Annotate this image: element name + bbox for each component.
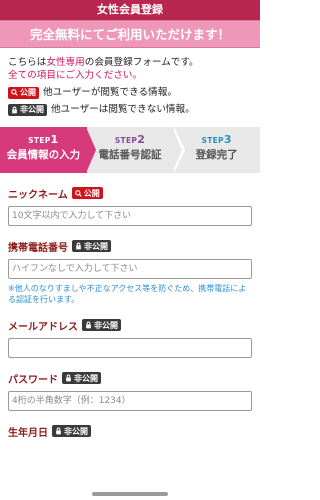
- step-1-label: 会員情報の入力: [6, 149, 81, 161]
- phone-field: 携帯電話番号 非公開 ハイフンなしで入力して下さい ※他人のなりすましや不正なア…: [8, 239, 252, 305]
- password-badge-label: 非公開: [74, 373, 98, 383]
- password-field: パスワード 非公開 4桁の半角数字（例：1234）: [8, 371, 252, 411]
- phone-badge-label: 非公開: [84, 241, 108, 251]
- email-badge-label: 非公開: [94, 320, 118, 330]
- phone-label: 携帯電話番号: [8, 242, 68, 254]
- page-header: 女性会員登録: [0, 0, 260, 20]
- step-3: STEP3 登録完了: [173, 127, 260, 173]
- intro-line: こちらは女性専用の会員登録フォームです。: [8, 56, 252, 69]
- step-arrow-2: [172, 127, 182, 173]
- step-1-prefix: STEP: [28, 136, 51, 145]
- page-title: 女性会員登録: [97, 3, 163, 16]
- private-badge: 非公開: [8, 103, 47, 116]
- scroll-indicator[interactable]: [92, 492, 168, 496]
- search-icon: [11, 89, 18, 96]
- phone-input[interactable]: ハイフンなしで入力して下さい: [8, 259, 252, 279]
- lock-icon: [56, 427, 61, 435]
- banner-text: 完全無料にてご利用いただけます！: [29, 27, 230, 42]
- registration-form: ニックネーム 公開 10文字以内で入力して下さい 携帯電話番号 非公開 ハイフン…: [0, 186, 260, 439]
- step-2-number: 2: [137, 133, 146, 146]
- birthday-badge-label: 非公開: [64, 426, 88, 436]
- intro-highlight: 女性専用: [46, 57, 85, 68]
- step-3-label: 登録完了: [195, 149, 238, 161]
- legend-public-text: 他ユーザーが閲覧できる情報。: [43, 87, 177, 98]
- intro-pre: こちらは: [8, 57, 47, 68]
- step-2-prefix: STEP: [114, 136, 138, 145]
- legend-private: 非公開 他ユーザーは閲覧できない情報。: [8, 103, 252, 116]
- private-badge-label: 非公開: [20, 105, 44, 114]
- search-icon: [74, 189, 82, 197]
- legend-public: 公開 他ユーザーが閲覧できる情報。: [8, 86, 252, 99]
- lock-icon: [76, 242, 81, 250]
- nickname-badge-label: 公開: [83, 188, 100, 198]
- step-3-number: 3: [223, 133, 232, 146]
- public-badge-label: 公開: [20, 88, 36, 97]
- public-badge: 公開: [8, 86, 39, 99]
- step-1: STEP1 会員情報の入力: [0, 127, 87, 173]
- password-input[interactable]: 4桁の半角数字（例：1234）: [8, 391, 252, 411]
- email-private-badge: 非公開: [82, 319, 121, 331]
- step-indicator: STEP1 会員情報の入力 STEP2 電話番号認証 STEP3 登録完了: [0, 127, 260, 173]
- phone-note: ※他人のなりすましや不正なアクセス等を防ぐため、携帯電話による認証を行います。: [8, 284, 247, 304]
- step-arrow-1: [86, 127, 96, 173]
- phone-private-badge: 非公開: [72, 240, 111, 252]
- email-field: メールアドレス 非公開: [8, 318, 252, 358]
- birthday-label: 生年月日: [8, 427, 48, 439]
- nickname-input[interactable]: 10文字以内で入力して下さい: [8, 206, 252, 226]
- step-2: STEP2 電話番号認証: [87, 127, 174, 173]
- nickname-label: ニックネーム: [8, 189, 68, 201]
- birthday-private-badge: 非公開: [52, 425, 91, 437]
- lock-icon: [66, 374, 71, 382]
- password-label: パスワード: [8, 374, 58, 386]
- step-2-label: 電話番号認証: [98, 149, 162, 161]
- step-3-prefix: STEP: [201, 136, 224, 145]
- lock-icon: [12, 106, 17, 113]
- required-note: 全ての項目にご入力ください。: [8, 70, 143, 81]
- step-1-number: 1: [50, 133, 59, 146]
- intro-section: こちらは女性専用の会員登録フォームです。 全ての項目にご入力ください。 公開 他…: [0, 48, 260, 116]
- nickname-field: ニックネーム 公開 10文字以内で入力して下さい: [8, 186, 252, 226]
- birthday-field: 生年月日 非公開: [8, 424, 252, 439]
- email-label: メールアドレス: [8, 321, 78, 333]
- nickname-public-badge: 公開: [71, 187, 103, 199]
- email-input[interactable]: [8, 338, 252, 358]
- intro-post: の会員登録フォームです。: [84, 57, 199, 68]
- legend-private-text: 他ユーザーは閲覧できない情報。: [51, 104, 195, 115]
- lock-icon: [86, 321, 91, 329]
- password-private-badge: 非公開: [62, 372, 101, 384]
- free-banner: 完全無料にてご利用いただけます！: [0, 20, 260, 48]
